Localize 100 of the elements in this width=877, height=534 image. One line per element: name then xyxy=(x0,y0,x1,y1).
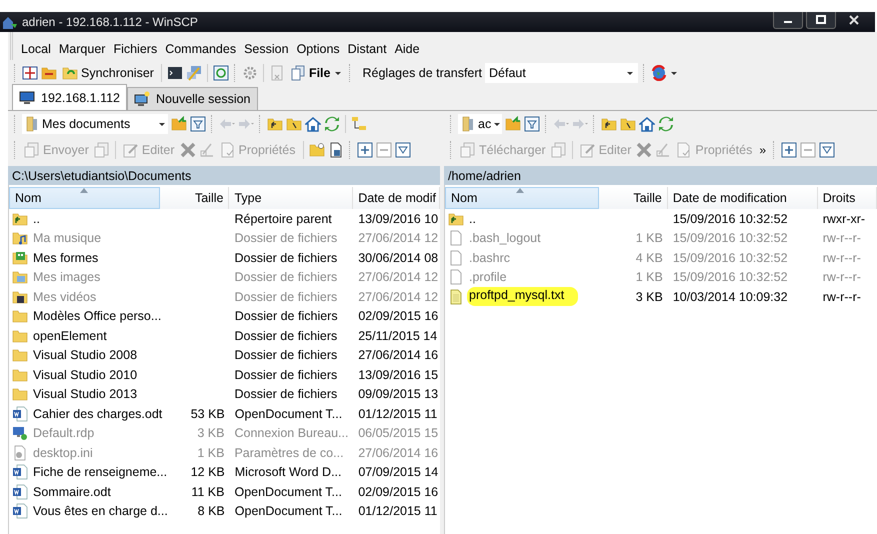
table-cell: Dossier de fichiers xyxy=(234,250,338,265)
open-folder-icon[interactable] xyxy=(171,116,187,132)
folder-sync-icon xyxy=(62,65,78,81)
menu-item[interactable]: Commandes xyxy=(161,40,240,58)
table-cell: OpenDocument T... xyxy=(234,406,342,421)
parent-folder-icon[interactable] xyxy=(601,116,617,132)
root-folder-icon[interactable] xyxy=(620,116,636,132)
table-cell: 27/06/2014 16 xyxy=(358,446,438,460)
table-cell: OpenDocument T... xyxy=(234,504,342,518)
minimize-button[interactable] xyxy=(773,12,803,29)
folder-icon xyxy=(12,366,28,383)
compare-icon[interactable] xyxy=(22,65,38,81)
table-cell: 27/06/2014 12 xyxy=(358,290,438,304)
file-name[interactable]: Mes formes xyxy=(31,250,100,266)
folder-icon xyxy=(12,328,28,344)
pencil-icon xyxy=(122,142,139,158)
parent-folder-icon xyxy=(12,210,28,227)
menu-item[interactable]: Distant xyxy=(344,40,391,58)
caret-icon[interactable] xyxy=(158,120,166,128)
image-folder-icon xyxy=(12,269,28,286)
table-cell: Dossier de fichiers xyxy=(234,309,338,324)
sort-arrow-icon xyxy=(516,188,524,193)
file-name[interactable]: openElement xyxy=(31,328,109,344)
new-folder-icon[interactable] xyxy=(308,142,324,158)
menu-item[interactable]: Aide xyxy=(390,40,424,58)
column-header[interactable]: Type xyxy=(229,187,354,209)
table-cell: rw-r--r- xyxy=(822,250,861,265)
table-cell: 01/12/2015 11 xyxy=(358,504,438,518)
table-cell: 01/12/2015 11 xyxy=(358,406,438,421)
tree-icon[interactable] xyxy=(351,116,367,132)
column-header[interactable]: Nom xyxy=(445,187,599,209)
session-tab[interactable]: Nouvelle session xyxy=(127,87,258,110)
maximize-icon xyxy=(815,15,827,25)
forms-folder-icon xyxy=(12,250,28,266)
parent-folder-icon[interactable] xyxy=(267,116,283,132)
table-cell: 10/03/2014 10:09:32 xyxy=(672,290,788,304)
column-header[interactable]: Nom xyxy=(9,187,160,209)
table-cell: 11 KB xyxy=(191,484,224,499)
filter-selection-icon[interactable] xyxy=(819,142,836,158)
menu-item[interactable]: Marquer xyxy=(54,40,110,58)
document-icon xyxy=(12,503,28,520)
file-name[interactable]: .. xyxy=(31,210,42,227)
table-cell: Connexion Bureau... xyxy=(234,426,348,440)
menu-item[interactable]: Fichiers xyxy=(109,40,162,58)
table-cell: rw-r--r- xyxy=(822,231,861,246)
file-name[interactable]: .. xyxy=(467,210,478,227)
column-header[interactable]: Droits xyxy=(818,187,877,209)
properties-icon xyxy=(676,142,692,158)
filter-selection-icon[interactable] xyxy=(394,142,410,158)
terminal-icon[interactable] xyxy=(166,65,183,81)
table-cell: 15/09/2016 10:32:52 xyxy=(672,250,788,265)
maximize-button[interactable] xyxy=(806,12,836,29)
synchronize-button[interactable]: Synchroniser xyxy=(60,64,156,82)
file-name[interactable]: Visual Studio 2010 xyxy=(31,366,140,383)
caret-icon[interactable] xyxy=(626,69,634,77)
home-icon[interactable] xyxy=(305,116,321,132)
filter-icon[interactable] xyxy=(190,116,206,132)
document-icon xyxy=(12,464,28,480)
transfer-settings-label: Réglages de transfert xyxy=(362,66,482,80)
location-dropdown[interactable]: Mes documents xyxy=(22,114,168,134)
table-cell: 09/09/2015 13 xyxy=(358,387,438,402)
folder-icon xyxy=(12,308,28,324)
file-name[interactable]: Vous êtes en charge d... xyxy=(31,503,170,520)
menu-item[interactable]: Options xyxy=(292,40,344,58)
file-name[interactable]: Fiche de renseigneme... xyxy=(31,464,170,480)
root-folder-icon[interactable] xyxy=(286,116,302,132)
column-header[interactable]: Taille xyxy=(598,187,668,209)
caret-icon[interactable] xyxy=(493,120,502,128)
file-menu-button[interactable]: File xyxy=(288,64,344,82)
more-button[interactable]: » xyxy=(757,143,768,157)
table-cell: Dossier de fichiers xyxy=(234,368,338,382)
column-header[interactable]: Taille xyxy=(160,187,230,209)
file-name[interactable]: Cahier des charges.odt xyxy=(31,406,164,422)
path-bar: C:\Users\etudiantsio\Documents xyxy=(8,166,440,185)
location-dropdown[interactable]: ac xyxy=(458,114,502,134)
select-all-icon[interactable] xyxy=(356,142,372,158)
column-header[interactable]: Date de modif xyxy=(353,187,440,209)
table-cell: 1 KB xyxy=(636,270,663,284)
file-name[interactable]: Visual Studio 2008 xyxy=(31,347,140,364)
sync-arrows-icon[interactable] xyxy=(651,65,668,81)
table-cell: 15/09/2016 10:32:52 xyxy=(672,212,788,226)
caret-icon[interactable] xyxy=(670,69,678,77)
file-name[interactable]: Sommaire.odt xyxy=(31,484,113,500)
session-tab[interactable]: 192.168.1.112 xyxy=(12,84,128,110)
text-file-icon xyxy=(448,288,464,305)
dropdown-caret-icon[interactable] xyxy=(334,69,342,77)
menu-item[interactable]: Local xyxy=(17,40,55,58)
file-name[interactable]: Visual Studio 2013 xyxy=(31,386,140,402)
parent-folder-icon xyxy=(448,210,464,227)
file-name[interactable]: Modèles Office perso... xyxy=(31,308,164,324)
column-header[interactable]: Date de modification xyxy=(668,187,818,209)
table-cell: 30/06/2014 08 xyxy=(358,250,438,265)
filter-icon[interactable] xyxy=(524,116,540,132)
file-name[interactable]: proftpd_mysql.txt xyxy=(467,287,578,306)
table-cell: 15/09/2016 10:32:52 xyxy=(672,270,788,284)
new-session-icon xyxy=(134,91,150,107)
select-all-icon[interactable] xyxy=(781,142,798,158)
menu-item[interactable]: Session xyxy=(240,40,293,58)
home-icon[interactable] xyxy=(639,116,655,132)
transfer-settings-dropdown[interactable]: Défaut xyxy=(485,63,638,83)
